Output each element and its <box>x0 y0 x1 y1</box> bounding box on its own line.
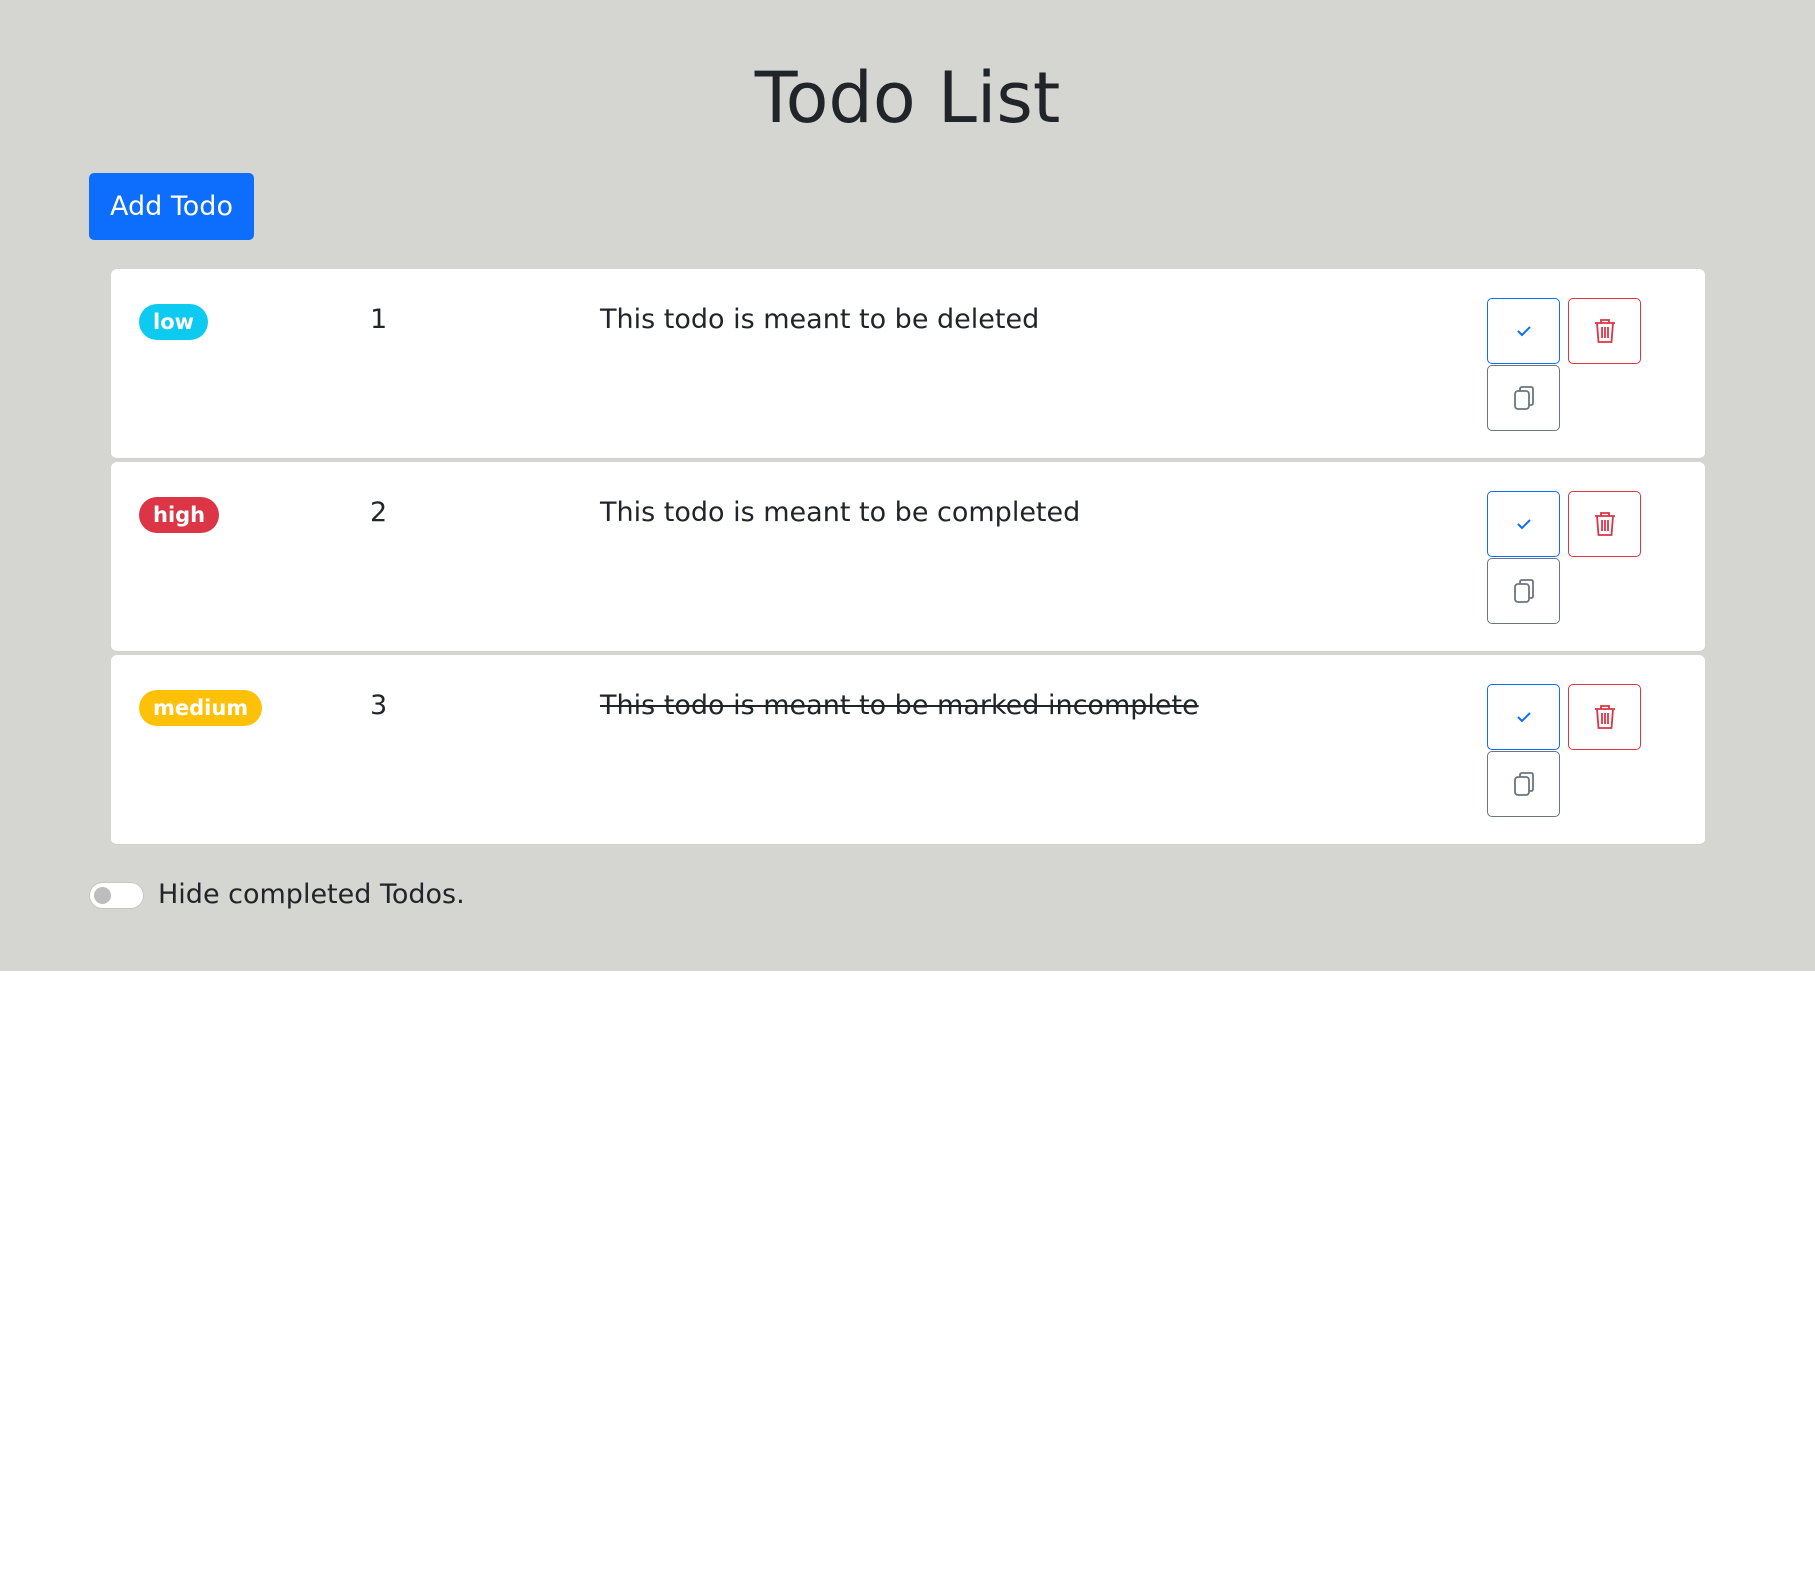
delete-button[interactable] <box>1568 298 1641 364</box>
copy-button[interactable] <box>1487 365 1560 431</box>
check-icon <box>1516 712 1531 723</box>
priority-badge: high <box>139 497 220 533</box>
delete-button[interactable] <box>1568 684 1641 750</box>
copy-icon <box>1513 772 1534 796</box>
complete-button[interactable] <box>1487 684 1560 750</box>
complete-button[interactable] <box>1487 491 1560 557</box>
add-todo-button[interactable]: Add Todo <box>89 173 254 240</box>
todo-list: low 1 This todo is meant to be deleted h… <box>111 269 1705 848</box>
trash-icon <box>1594 319 1615 343</box>
todo-number: 1 <box>370 304 388 335</box>
copy-icon <box>1513 579 1534 603</box>
check-icon <box>1516 519 1531 530</box>
priority-badge: medium <box>139 690 263 726</box>
todo-text: This todo is meant to be marked incomple… <box>600 690 1199 721</box>
todo-text: This todo is meant to be deleted <box>600 304 1040 335</box>
todo-item: medium 3 This todo is meant to be marked… <box>111 655 1705 845</box>
priority-badge: low <box>139 304 209 340</box>
page-title: Todo List <box>754 57 1061 139</box>
todo-item: low 1 This todo is meant to be deleted <box>111 269 1705 459</box>
check-icon <box>1516 326 1531 337</box>
hide-completed-control: Hide completed Todos. <box>89 880 465 910</box>
hide-completed-label[interactable]: Hide completed Todos. <box>158 880 465 910</box>
trash-icon <box>1594 512 1615 536</box>
todo-number: 2 <box>370 497 388 528</box>
todo-number: 3 <box>370 690 388 721</box>
toggle-knob <box>94 886 111 904</box>
todo-text: This todo is meant to be completed <box>600 497 1081 528</box>
copy-button[interactable] <box>1487 751 1560 817</box>
complete-button[interactable] <box>1487 298 1560 364</box>
trash-icon <box>1594 705 1615 729</box>
hide-completed-toggle[interactable] <box>89 881 144 909</box>
copy-button[interactable] <box>1487 558 1560 624</box>
delete-button[interactable] <box>1568 491 1641 557</box>
app-container: Todo List Add Todo low 1 This todo is me… <box>0 0 1815 971</box>
todo-item: high 2 This todo is meant to be complete… <box>111 462 1705 652</box>
copy-icon <box>1513 386 1534 410</box>
